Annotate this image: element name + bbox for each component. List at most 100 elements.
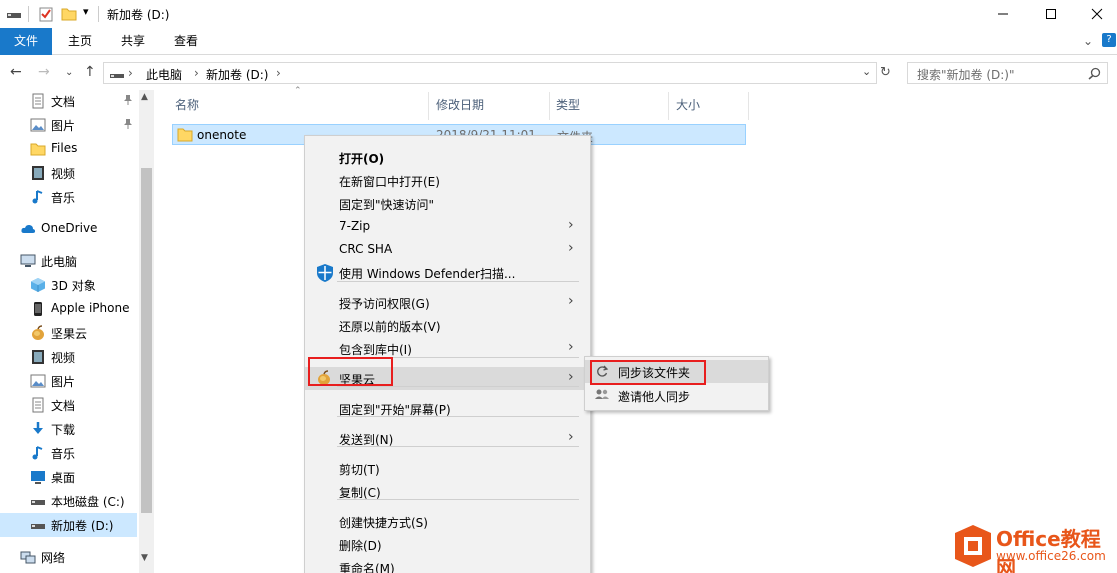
sidebar-item[interactable]: Apple iPhone bbox=[0, 297, 140, 321]
address-bar[interactable]: › 此电脑 › 新加卷 (D:) › ⌄ bbox=[103, 62, 877, 84]
breadcrumb-drive-d[interactable]: 新加卷 (D:) bbox=[206, 66, 268, 83]
column-header-size[interactable]: 大小 bbox=[676, 96, 700, 120]
maximize-icon bbox=[1046, 9, 1056, 19]
search-icon bbox=[1088, 67, 1101, 80]
tab-file[interactable]: 文件 bbox=[0, 28, 52, 55]
highlight-box bbox=[590, 360, 706, 385]
context-menu-item[interactable]: 在新窗口中打开(E) bbox=[305, 169, 590, 192]
sidebar-item[interactable]: OneDrive bbox=[0, 217, 140, 241]
picture-icon bbox=[30, 118, 46, 132]
ribbon-expand-icon[interactable]: ⌄ bbox=[1083, 34, 1093, 48]
office-logo-icon bbox=[955, 525, 991, 567]
sidebar-item-label: 文档 bbox=[51, 399, 76, 413]
pin-icon[interactable] bbox=[122, 94, 138, 110]
sidebar-item-label: 桌面 bbox=[51, 471, 76, 485]
search-placeholder: 搜索"新加卷 (D:)" bbox=[917, 68, 1015, 82]
sidebar-item-label: 视频 bbox=[51, 351, 76, 365]
properties-icon[interactable] bbox=[38, 6, 54, 22]
menu-separator bbox=[337, 499, 579, 500]
sidebar-item[interactable]: 文档 bbox=[0, 89, 140, 113]
scroll-down-icon[interactable]: ▼ bbox=[141, 553, 148, 563]
context-menu-item[interactable]: 固定到"快速访问" bbox=[305, 192, 590, 215]
file-name: onenote bbox=[197, 128, 247, 142]
menu-item-label: 打开(O) bbox=[339, 152, 385, 166]
up-arrow-icon[interactable]: ↑ bbox=[84, 64, 96, 80]
highlight-box bbox=[308, 357, 393, 386]
sidebar-item[interactable]: 此电脑 bbox=[0, 249, 140, 273]
refresh-icon[interactable]: ↻ bbox=[880, 65, 891, 80]
context-menu-item[interactable]: 重命名(M) bbox=[305, 556, 590, 573]
tab-view[interactable]: 查看 bbox=[161, 28, 211, 55]
sidebar-item[interactable]: 文档 bbox=[0, 393, 140, 417]
context-menu-item[interactable]: 7-Zip › bbox=[305, 215, 590, 238]
tab-home[interactable]: 主页 bbox=[55, 28, 105, 55]
sidebar-item[interactable]: 下载 bbox=[0, 417, 140, 441]
ribbon-tabs: 文件 主页 共享 查看 ⌄ ? bbox=[0, 28, 1117, 55]
sidebar-item[interactable]: 新加卷 (D:) bbox=[0, 513, 137, 537]
column-header-type[interactable]: 类型 bbox=[556, 96, 580, 120]
column-divider[interactable] bbox=[668, 92, 669, 120]
context-menu-item[interactable]: 打开(O) bbox=[305, 146, 590, 169]
context-menu-item[interactable]: 创建快捷方式(S) bbox=[305, 510, 590, 533]
chevron-down-icon[interactable]: ▾ bbox=[83, 5, 89, 18]
sidebar-item[interactable]: 音乐 bbox=[0, 185, 140, 209]
document-icon bbox=[32, 397, 44, 413]
back-arrow-icon[interactable]: ← bbox=[10, 64, 22, 80]
file-explorer-window: ▾ 新加卷 (D:) 文件 主页 共享 查看 ⌄ ? ← → ⌄ ↑ › 此电脑… bbox=[0, 0, 1117, 573]
drive-icon bbox=[31, 524, 45, 529]
context-menu-item[interactable]: CRC SHA › bbox=[305, 238, 590, 261]
menu-item-label: 剪切(T) bbox=[339, 463, 380, 477]
desktop-icon bbox=[31, 471, 45, 484]
minimize-button[interactable] bbox=[980, 0, 1026, 28]
sidebar-item[interactable]: 图片 bbox=[0, 113, 140, 137]
sidebar-item[interactable]: 网络 bbox=[0, 545, 140, 569]
scroll-up-icon[interactable]: ▲ bbox=[141, 92, 148, 102]
recent-locations-icon[interactable]: ⌄ bbox=[65, 67, 73, 78]
menu-separator bbox=[337, 416, 579, 417]
sidebar-item-label: 3D 对象 bbox=[51, 279, 96, 293]
help-icon[interactable]: ? bbox=[1102, 33, 1116, 47]
maximize-button[interactable] bbox=[1028, 0, 1074, 28]
breadcrumb-separator-icon: › bbox=[128, 66, 133, 80]
sidebar-item-label: 图片 bbox=[51, 375, 76, 389]
sidebar-item-label: 本地磁盘 (C:) bbox=[51, 495, 125, 509]
sidebar-scrollbar-thumb[interactable] bbox=[141, 168, 152, 513]
pin-icon[interactable] bbox=[122, 118, 138, 134]
address-dropdown-icon[interactable]: ⌄ bbox=[862, 65, 871, 78]
sidebar-item[interactable]: 坚果云 bbox=[0, 321, 140, 345]
sidebar-item[interactable]: 视频 bbox=[0, 161, 140, 185]
close-button[interactable] bbox=[1074, 0, 1117, 28]
column-divider[interactable] bbox=[549, 92, 550, 120]
sidebar-item[interactable]: 桌面 bbox=[0, 465, 140, 489]
breadcrumb-this-pc[interactable]: 此电脑 bbox=[146, 66, 182, 83]
context-menu-item[interactable]: 剪切(T) bbox=[305, 457, 590, 480]
column-divider[interactable] bbox=[748, 92, 749, 120]
sidebar-item[interactable]: 3D 对象 bbox=[0, 273, 140, 297]
column-header-date[interactable]: 修改日期 bbox=[436, 96, 484, 120]
new-folder-icon[interactable] bbox=[61, 6, 77, 22]
context-menu-item[interactable]: 授予访问权限(G) › bbox=[305, 291, 590, 314]
drive-icon bbox=[110, 74, 124, 78]
sidebar-item[interactable]: 音乐 bbox=[0, 441, 140, 465]
sidebar-item-label: 文档 bbox=[51, 95, 76, 109]
sidebar-item[interactable]: 视频 bbox=[0, 345, 140, 369]
video-icon bbox=[32, 166, 44, 180]
sidebar-item[interactable]: Files bbox=[0, 137, 140, 161]
tab-share[interactable]: 共享 bbox=[108, 28, 158, 55]
submenu-item-invite[interactable]: 邀请他人同步 bbox=[585, 384, 768, 407]
sidebar-item-label: 音乐 bbox=[51, 447, 76, 461]
menu-item-label: 重命名(M) bbox=[339, 562, 395, 573]
watermark-url: www.office26.com bbox=[996, 549, 1106, 563]
sidebar-item[interactable]: 本地磁盘 (C:) bbox=[0, 489, 140, 513]
forward-arrow-icon[interactable]: → bbox=[38, 64, 50, 80]
sidebar-item[interactable]: 图片 bbox=[0, 369, 140, 393]
column-header-name[interactable]: 名称 bbox=[175, 96, 199, 120]
menu-item-label: 还原以前的版本(V) bbox=[339, 320, 441, 334]
context-menu-item[interactable]: 删除(D) bbox=[305, 533, 590, 556]
search-input[interactable]: 搜索"新加卷 (D:)" bbox=[907, 62, 1108, 84]
context-menu-item[interactable]: 还原以前的版本(V) bbox=[305, 314, 590, 337]
menu-item-label: 7-Zip bbox=[339, 219, 371, 233]
sidebar-item-label: Apple iPhone bbox=[51, 301, 130, 315]
chevron-right-icon: › bbox=[568, 293, 574, 309]
column-divider[interactable] bbox=[428, 92, 429, 120]
